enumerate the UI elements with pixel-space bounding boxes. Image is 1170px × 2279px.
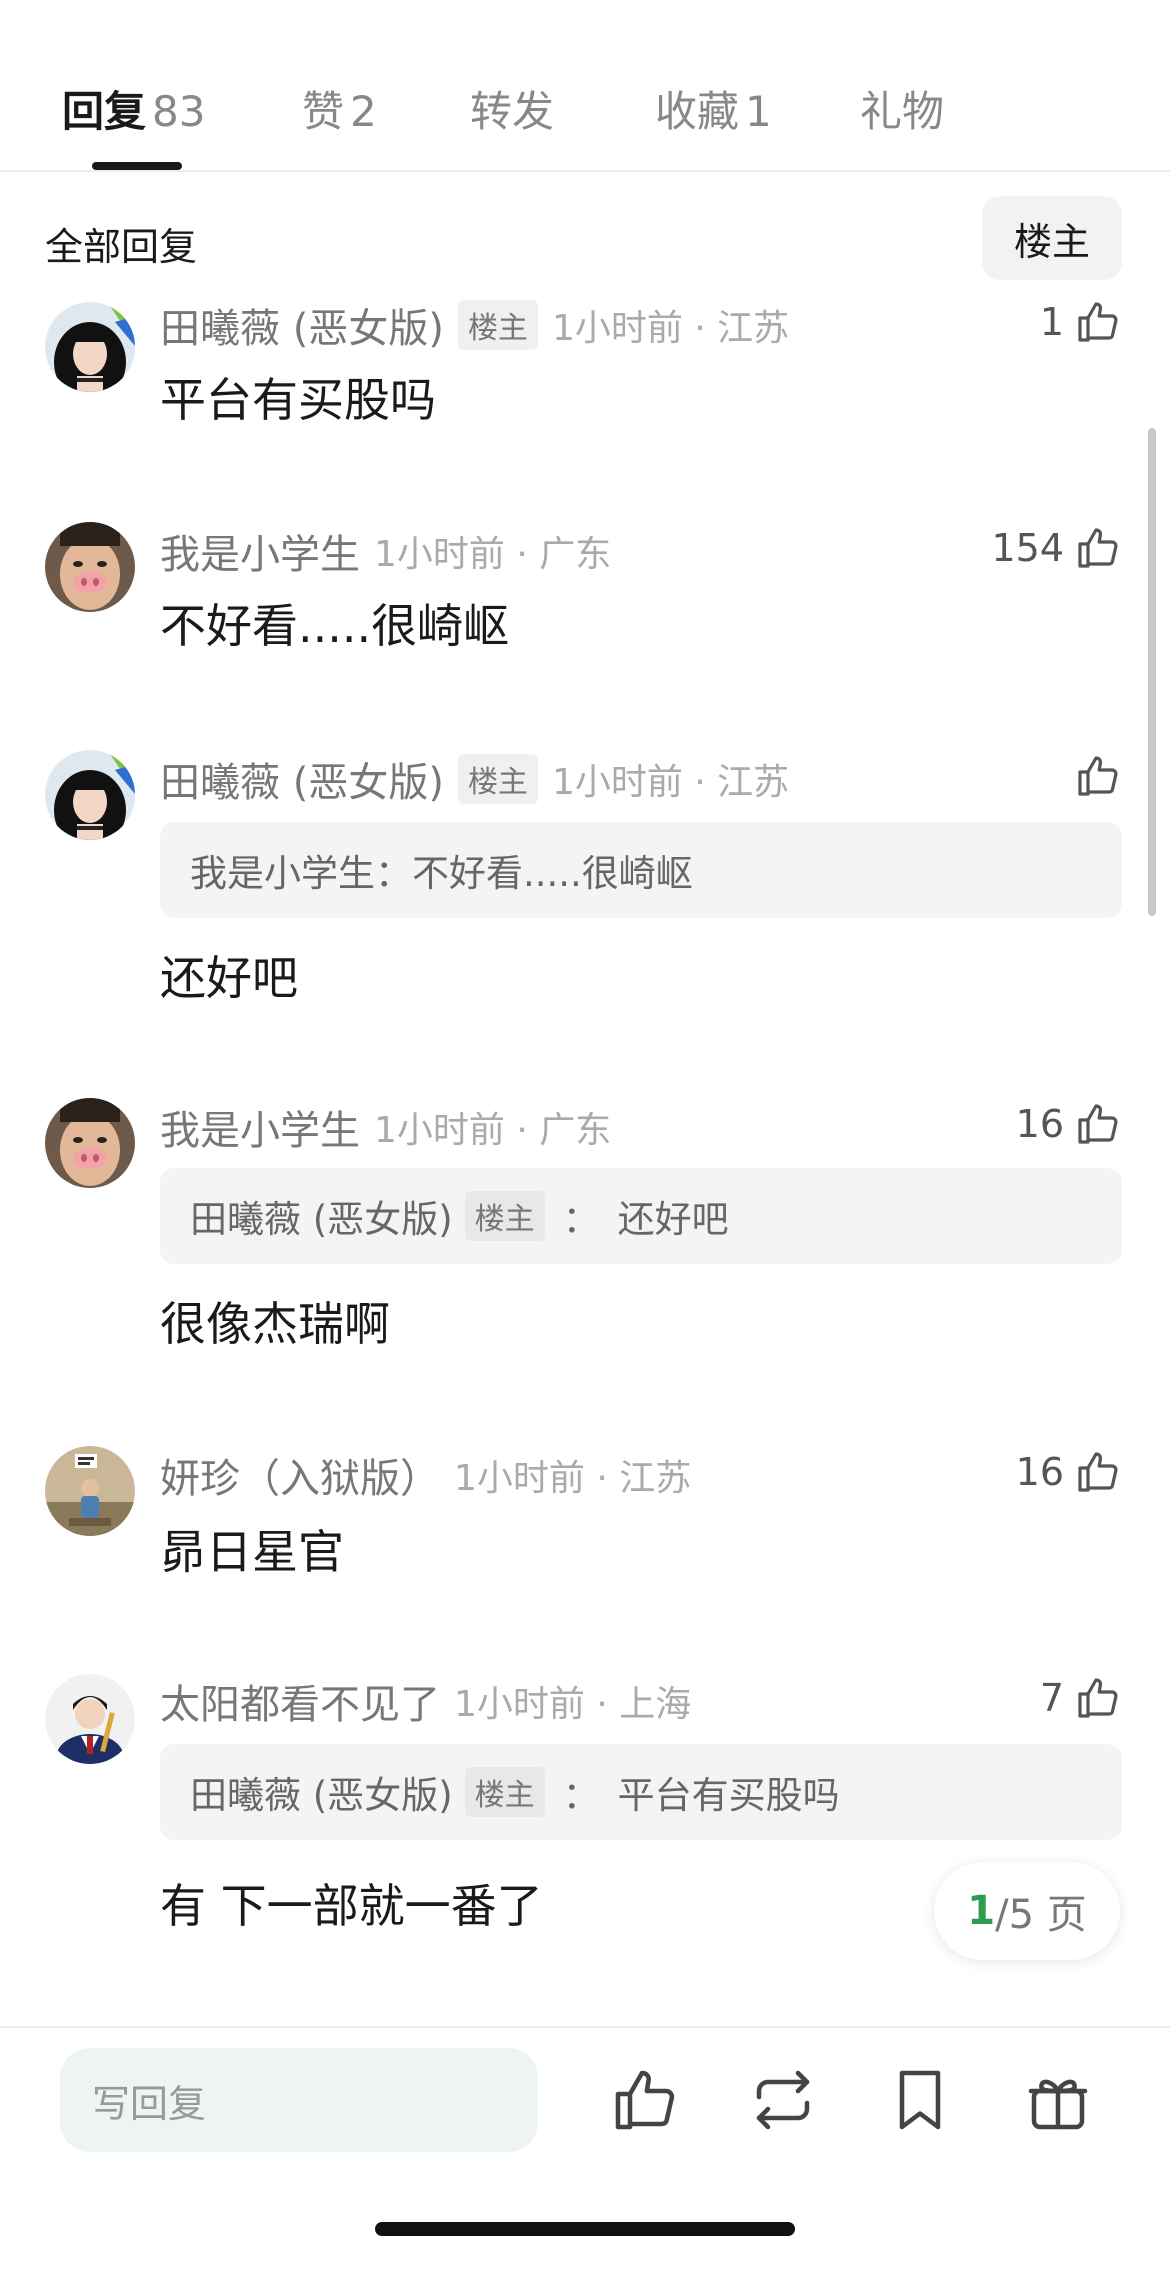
avatar[interactable] (45, 522, 135, 612)
quote-separator: ： (562, 1774, 600, 1817)
total-pages: /5 页 (995, 1892, 1087, 1938)
user-name[interactable]: 田曦薇 (恶女版) (160, 750, 444, 808)
avatar[interactable] (45, 1446, 135, 1536)
user-name[interactable]: 妍珍（入狱版） (160, 1446, 440, 1504)
repost-icon[interactable] (747, 2064, 819, 2136)
user-name[interactable]: 我是小学生 (160, 522, 360, 580)
like-button[interactable]: 16 (1016, 1100, 1122, 1148)
quoted-text: 平台有买股吗 (617, 1774, 840, 1817)
like-button[interactable] (1074, 752, 1122, 800)
avatar[interactable] (45, 750, 135, 840)
like-button[interactable]: 16 (1016, 1448, 1122, 1496)
tab-label: 收藏 (655, 87, 740, 136)
reply-input[interactable]: 写回复 (60, 2048, 538, 2152)
tab-likes[interactable]: 赞2 (302, 78, 377, 139)
comment-time-location: 1小时前 · 江苏 (551, 762, 790, 803)
gift-icon[interactable] (1022, 2064, 1094, 2136)
thumbs-up-icon (1078, 302, 1118, 342)
like-count: 1 (1039, 300, 1064, 344)
quote-separator: ： (562, 1198, 600, 1241)
quoted-text: 不好看.....很崎岖 (412, 852, 693, 895)
op-badge: 楼主 (457, 300, 538, 350)
comment-time-location: 1小时前 · 广东 (374, 1110, 612, 1151)
avatar[interactable] (45, 1674, 135, 1764)
quoted-reply[interactable]: 田曦薇 (恶女版) 楼主 ： 还好吧 (160, 1168, 1122, 1264)
tab-gifts[interactable]: 礼物 (860, 78, 944, 139)
comment-meta: 太阳都看不见了 1小时前 · 上海 (160, 1672, 691, 1730)
tab-favorites[interactable]: 收藏 1 (655, 78, 772, 139)
tab-reposts[interactable]: 转发 (470, 78, 554, 139)
bookmark-icon[interactable] (884, 2064, 956, 2136)
scrollbar[interactable] (1148, 428, 1156, 916)
tab-count: 2 (350, 87, 377, 136)
like-button[interactable]: 154 (991, 524, 1122, 572)
current-page: 1 (967, 1888, 996, 1934)
like-count: 154 (991, 526, 1064, 570)
user-name[interactable]: 田曦薇 (恶女版) (160, 296, 444, 354)
like-button[interactable]: 1 (1040, 298, 1122, 346)
tab-count: 83 (152, 87, 206, 136)
comment-time-location: 1小时前 · 上海 (454, 1684, 692, 1725)
thumbs-up-icon (1078, 1452, 1118, 1492)
comment-meta: 我是小学生 1小时前 · 广东 (160, 1098, 611, 1156)
quote-separator: ： (375, 852, 412, 895)
comment-text: 不好看.....很崎岖 (160, 599, 510, 653)
like-button[interactable]: 7 (1040, 1674, 1122, 1722)
tab-label: 回复 (62, 87, 147, 136)
tab-count: 1 (745, 87, 772, 136)
like-count: 16 (1015, 1102, 1064, 1146)
user-name[interactable]: 太阳都看不见了 (160, 1672, 440, 1730)
op-badge: 楼主 (464, 1191, 545, 1241)
comment-text: 有 下一部就一番了 (160, 1879, 543, 1933)
comment-time-location: 1小时前 · 广东 (374, 534, 612, 575)
all-replies-filter[interactable]: 全部回复 (45, 216, 197, 271)
comment-text: 昴日星官 (160, 1525, 344, 1579)
tab-label: 转发 (470, 87, 555, 136)
comment-time-location: 1小时前 · 江苏 (454, 1458, 692, 1499)
tab-replies[interactable]: 回复 83 (62, 78, 205, 139)
op-badge: 楼主 (464, 1767, 545, 1817)
comment-text: 平台有买股吗 (160, 373, 436, 427)
avatar[interactable] (45, 1098, 135, 1188)
active-tab-indicator (92, 162, 182, 170)
thumbs-up-icon (1078, 1104, 1118, 1144)
thumbs-up-icon[interactable] (609, 2064, 681, 2136)
comment-meta: 我是小学生 1小时前 · 广东 (160, 522, 611, 580)
quoted-reply[interactable]: 田曦薇 (恶女版) 楼主 ： 平台有买股吗 (160, 1744, 1122, 1840)
comment-time-location: 1小时前 · 江苏 (551, 308, 790, 349)
avatar[interactable] (45, 302, 135, 392)
home-indicator (375, 2222, 795, 2236)
op-badge: 楼主 (457, 754, 538, 804)
thumbs-up-icon (1078, 1678, 1118, 1718)
comment-text: 很像杰瑞啊 (160, 1297, 390, 1351)
quoted-user-name: 田曦薇 (恶女版) (190, 1774, 453, 1817)
page-indicator[interactable]: 1/5 页 (934, 1862, 1120, 1960)
tab-bar: 回复 83 赞2 转发 收藏 1 礼物 (0, 0, 1170, 172)
tab-label: 礼物 (860, 87, 945, 136)
comment-meta: 田曦薇 (恶女版) 楼主 1小时前 · 江苏 (160, 750, 789, 808)
quoted-user-name: 田曦薇 (恶女版) (190, 1198, 453, 1241)
op-only-button[interactable]: 楼主 (982, 196, 1122, 280)
comment-meta: 妍珍（入狱版） 1小时前 · 江苏 (160, 1446, 691, 1504)
comment-meta: 田曦薇 (恶女版) 楼主 1小时前 · 江苏 (160, 296, 789, 354)
quoted-reply[interactable]: 我是小学生：不好看.....很崎岖 (160, 822, 1122, 918)
tab-label: 赞 (302, 87, 345, 136)
quoted-text: 还好吧 (617, 1198, 729, 1241)
quoted-user-name: 我是小学生 (190, 852, 375, 895)
like-count: 7 (1039, 1676, 1064, 1720)
thumbs-up-icon (1078, 756, 1118, 796)
thumbs-up-icon (1078, 528, 1118, 568)
user-name[interactable]: 我是小学生 (160, 1098, 360, 1156)
like-count: 16 (1015, 1450, 1064, 1494)
comment-text: 还好吧 (160, 951, 298, 1005)
bottom-action-bar: 写回复 (0, 2026, 1170, 2279)
